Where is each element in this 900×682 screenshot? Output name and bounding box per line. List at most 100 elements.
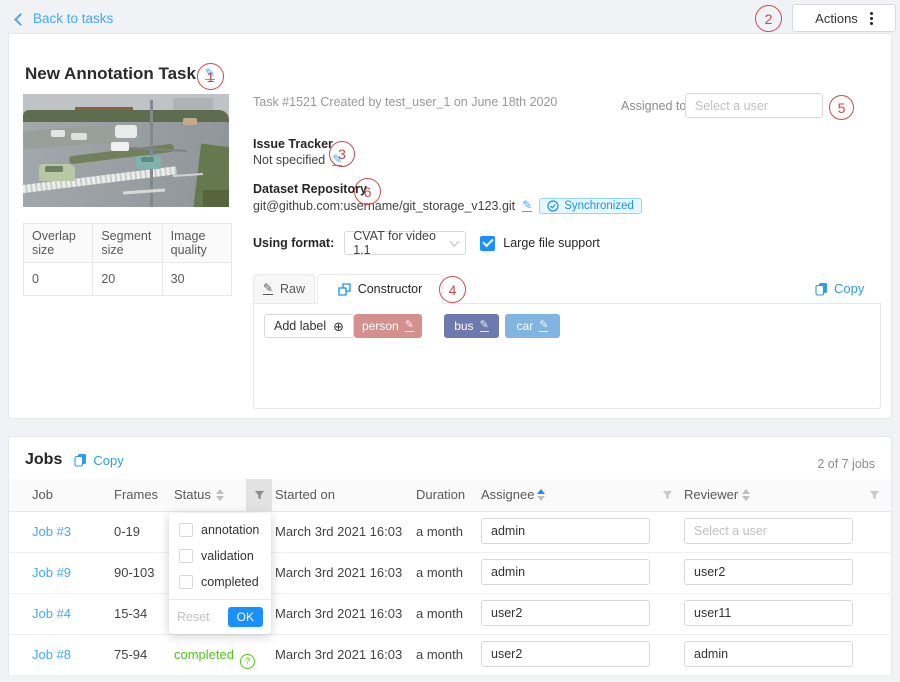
label-chip-person[interactable]: person ✎ bbox=[354, 314, 422, 338]
preview-art bbox=[115, 125, 137, 138]
callout-1: 1 bbox=[197, 63, 224, 90]
using-format-label: Using format: bbox=[253, 236, 334, 250]
status-sorter[interactable] bbox=[216, 489, 224, 501]
col-frames: Frames bbox=[114, 479, 158, 511]
job-link[interactable]: Job #4 bbox=[32, 593, 71, 634]
reviewer-input[interactable] bbox=[684, 641, 853, 667]
large-file-label: Large file support bbox=[503, 236, 600, 250]
edit-dataset-repo-icon[interactable]: ✎ bbox=[522, 200, 532, 212]
assignee-input[interactable] bbox=[481, 518, 650, 544]
reviewer-input[interactable] bbox=[684, 600, 853, 626]
preview-art bbox=[141, 157, 154, 162]
assigned-to-input[interactable] bbox=[685, 93, 823, 118]
back-to-tasks-label: Back to tasks bbox=[33, 11, 113, 26]
table-row: Job #3 0-19 March 3rd 2021 16:03 a month bbox=[9, 511, 891, 553]
copy-jobs-link[interactable]: Copy bbox=[74, 453, 123, 468]
filter-option-annotation[interactable]: annotation bbox=[169, 517, 271, 543]
format-select[interactable]: CVAT for video 1.1 bbox=[344, 231, 466, 255]
started-value: March 3rd 2021 16:03 bbox=[275, 552, 402, 593]
label-chip-bus[interactable]: bus ✎ bbox=[444, 314, 499, 338]
format-row: Using format: CVAT for video 1.1 Large f… bbox=[253, 231, 600, 255]
actions-button-label: Actions bbox=[815, 11, 858, 26]
tab-raw[interactable]: ✎ Raw bbox=[253, 274, 315, 304]
duration-value: a month bbox=[416, 593, 463, 634]
filter-option-completed[interactable]: completed bbox=[169, 569, 271, 595]
assignee-input[interactable] bbox=[481, 641, 650, 667]
pencil-icon: ✎ bbox=[263, 283, 273, 295]
edit-label-icon[interactable]: ✎ bbox=[480, 320, 489, 332]
check-icon bbox=[482, 236, 493, 247]
question-circle-icon: ? bbox=[240, 654, 255, 669]
reviewer-sorter[interactable] bbox=[742, 489, 750, 501]
frames-value: 90-103 bbox=[114, 552, 154, 593]
tab-constructor[interactable]: Constructor bbox=[317, 274, 443, 304]
duration-value: a month bbox=[416, 552, 463, 593]
jobs-card: Jobs Copy 2 of 7 jobs Job Frames Status … bbox=[8, 436, 892, 676]
assignee-input[interactable] bbox=[481, 559, 650, 585]
param-value-quality: 30 bbox=[162, 263, 231, 296]
col-duration: Duration bbox=[416, 479, 465, 511]
preview-art bbox=[45, 166, 63, 172]
page-title: New Annotation Task bbox=[25, 64, 196, 84]
started-value: March 3rd 2021 16:03 bbox=[275, 593, 402, 634]
preview-art bbox=[183, 118, 197, 125]
label-chip-person-name: person bbox=[362, 319, 399, 333]
checkbox[interactable] bbox=[179, 523, 193, 537]
plus-circle-icon: ⊕ bbox=[333, 320, 344, 333]
actions-button[interactable]: Actions bbox=[792, 4, 896, 32]
filter-funnel-icon bbox=[254, 490, 265, 501]
edit-label-icon[interactable]: ✎ bbox=[405, 320, 414, 332]
task-title-row: New Annotation Task ✎ bbox=[25, 64, 215, 84]
sync-status-badge: Synchronized bbox=[539, 198, 642, 214]
task-preview-image bbox=[23, 94, 229, 207]
assigned-to-label: Assigned to bbox=[621, 99, 686, 113]
preview-art bbox=[111, 142, 129, 151]
assignee-filter-icon[interactable] bbox=[654, 479, 680, 511]
callout-2: 2 bbox=[755, 5, 782, 32]
job-link[interactable]: Job #3 bbox=[32, 511, 71, 552]
jobs-count: 2 of 7 jobs bbox=[817, 457, 875, 471]
param-value-segment: 20 bbox=[93, 263, 162, 296]
copy-labels-link[interactable]: Copy bbox=[815, 281, 864, 296]
frames-value: 0-19 bbox=[114, 511, 140, 552]
jobs-table-header: Job Frames Status Started on Duration As… bbox=[9, 479, 891, 512]
add-label-label: Add label bbox=[274, 319, 326, 333]
checkbox[interactable] bbox=[179, 575, 193, 589]
filter-option-label: completed bbox=[201, 575, 259, 589]
label-chip-car[interactable]: car ✎ bbox=[505, 314, 560, 338]
filter-footer: Reset OK bbox=[169, 599, 271, 634]
reviewer-filter-icon[interactable] bbox=[861, 479, 887, 511]
duration-value: a month bbox=[416, 511, 463, 552]
assignee-sorter[interactable] bbox=[537, 489, 545, 501]
table-row: Job #4 15-34 March 3rd 2021 16:03 a mont… bbox=[9, 593, 891, 635]
col-reviewer: Reviewer bbox=[684, 479, 738, 511]
reviewer-input[interactable] bbox=[684, 518, 853, 544]
reviewer-input[interactable] bbox=[684, 559, 853, 585]
callout-5: 5 bbox=[829, 95, 854, 120]
col-status: Status bbox=[174, 479, 211, 511]
checkbox[interactable] bbox=[179, 549, 193, 563]
filter-reset-button[interactable]: Reset bbox=[177, 610, 210, 624]
add-label-button[interactable]: Add label ⊕ bbox=[264, 314, 354, 338]
copy-icon bbox=[74, 453, 87, 467]
assignee-input[interactable] bbox=[481, 600, 650, 626]
tab-raw-label: Raw bbox=[280, 282, 305, 296]
job-link[interactable]: Job #9 bbox=[32, 552, 71, 593]
sync-status-label: Synchronized bbox=[564, 200, 634, 212]
issue-tracker-label: Issue Tracker bbox=[253, 137, 333, 151]
labels-constructor-panel: Add label ⊕ person ✎ bus ✎ car ✎ bbox=[253, 303, 881, 409]
preview-art bbox=[71, 133, 87, 140]
filter-option-label: validation bbox=[201, 549, 254, 563]
more-vertical-icon bbox=[870, 12, 873, 25]
started-value: March 3rd 2021 16:03 bbox=[275, 511, 402, 552]
copy-labels-label: Copy bbox=[834, 281, 864, 296]
large-file-checkbox[interactable] bbox=[480, 236, 495, 251]
filter-option-validation[interactable]: validation bbox=[169, 543, 271, 569]
status-filter-icon[interactable] bbox=[246, 479, 272, 511]
copy-jobs-label: Copy bbox=[93, 453, 123, 468]
back-to-tasks-link[interactable]: Back to tasks bbox=[16, 11, 113, 26]
format-select-value: CVAT for video 1.1 bbox=[353, 229, 450, 257]
issue-tracker-value: Not specified bbox=[253, 153, 325, 167]
edit-label-icon[interactable]: ✎ bbox=[539, 320, 548, 332]
filter-ok-button[interactable]: OK bbox=[228, 607, 263, 627]
